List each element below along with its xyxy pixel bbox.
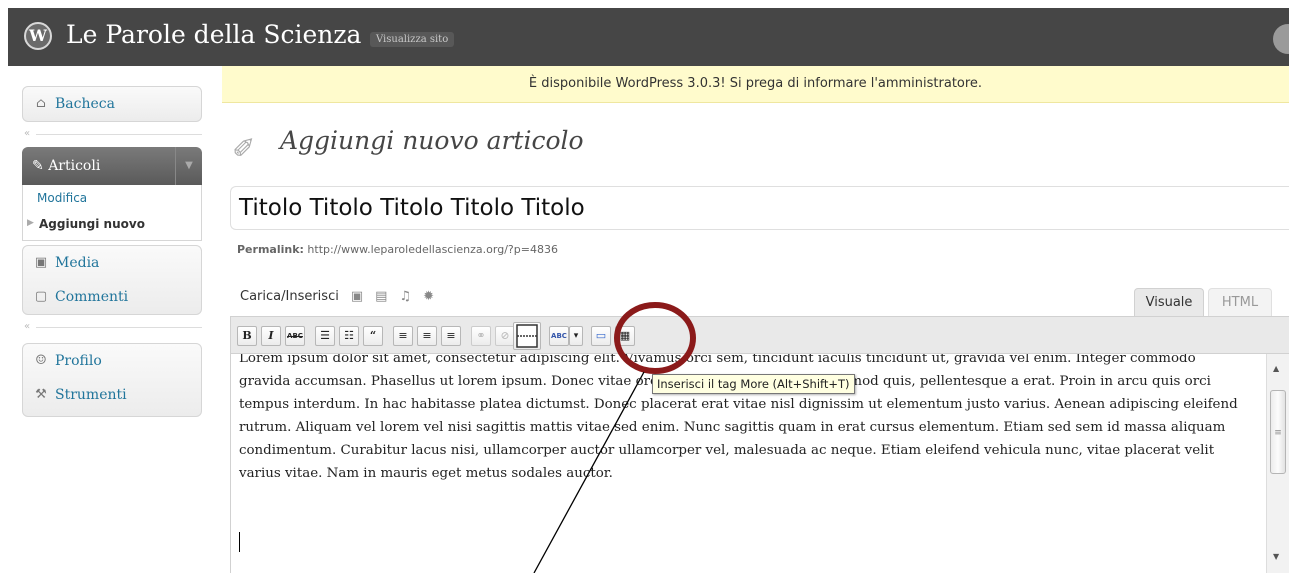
site-title[interactable]: Le Parole della Scienza xyxy=(66,18,361,52)
permalink-label: Permalink: xyxy=(237,243,304,256)
chevron-down-icon[interactable]: ▼ xyxy=(175,147,202,185)
bold-button[interactable]: B xyxy=(237,326,257,346)
italic-button[interactable]: I xyxy=(261,326,281,346)
home-icon: ⌂ xyxy=(36,96,46,111)
insert-link-button[interactable]: ⚭ xyxy=(471,326,491,346)
media-icon: ▣ xyxy=(34,255,48,270)
pin-icon: ✎ xyxy=(32,158,44,174)
permalink-url[interactable]: http://www.leparoledellascienza.org/?p=4… xyxy=(307,243,558,256)
more-tag-tooltip: Inserisci il tag More (Alt+Shift+T) xyxy=(652,374,855,394)
upload-bar: Carica/Inserisci ▣ ▤ ♫ ✹ xyxy=(240,289,434,304)
permalink: Permalink: http://www.leparoledellascien… xyxy=(237,243,558,256)
sidebar-item-label: Strumenti xyxy=(55,387,127,403)
view-site-button[interactable]: Visualizza sito xyxy=(370,32,455,47)
post-title-input[interactable]: Titolo Titolo Titolo Titolo Titolo xyxy=(230,186,1289,230)
collapse-icon[interactable]: « xyxy=(24,128,30,139)
page-title: Aggiungi nuovo articolo xyxy=(280,126,584,155)
add-audio-icon[interactable]: ♫ xyxy=(399,289,411,304)
wordpress-logo-icon[interactable]: W xyxy=(24,22,52,50)
sidebar-item-strumenti[interactable]: ⚒ Strumenti xyxy=(23,378,201,412)
menu-separator xyxy=(36,327,202,328)
sidebar-item-label: Profilo xyxy=(55,353,102,369)
numbered-list-button[interactable]: ☷ xyxy=(339,326,359,346)
sidebar-item-media[interactable]: ▣ Media xyxy=(23,246,201,280)
user-menu-icon[interactable] xyxy=(1273,24,1289,54)
submenu-item-modifica[interactable]: Modifica xyxy=(37,191,87,205)
align-left-button[interactable]: ≡ xyxy=(393,326,413,346)
scroll-up-icon[interactable]: ▲ xyxy=(1273,364,1279,373)
current-marker-icon: ▶ xyxy=(27,218,34,228)
kitchen-sink-button[interactable]: ▦ xyxy=(615,326,635,346)
sidebar-item-articoli[interactable]: ✎ Articoli ▼ xyxy=(22,147,202,185)
add-image-icon[interactable]: ▣ xyxy=(351,289,363,304)
spellcheck-button[interactable]: ABC xyxy=(549,326,569,346)
tab-visual[interactable]: Visuale xyxy=(1134,288,1204,316)
sidebar-item-label: Commenti xyxy=(55,289,129,305)
strikethrough-button[interactable]: ABC xyxy=(285,326,305,346)
scrollbar-thumb[interactable]: ≡ xyxy=(1270,390,1286,474)
sidebar-item-commenti[interactable]: ▢ Commenti xyxy=(23,280,201,314)
align-right-button[interactable]: ≡ xyxy=(441,326,461,346)
sidebar-item-label: Bacheca xyxy=(55,96,115,112)
editor-scrollbar[interactable]: ▲ ≡ ▼ xyxy=(1266,354,1289,573)
users-icon: ☺ xyxy=(35,353,47,368)
scroll-down-icon[interactable]: ▼ xyxy=(1273,552,1279,561)
insert-more-tag-button[interactable] xyxy=(513,322,541,350)
pushpin-icon: ✐ xyxy=(232,132,256,165)
tools-icon: ⚒ xyxy=(35,387,47,402)
submenu-item-aggiungi-nuovo[interactable]: Aggiungi nuovo xyxy=(39,217,145,231)
sidebar-item-label: Media xyxy=(55,255,100,271)
articoli-submenu: Modifica ▶ Aggiungi nuovo xyxy=(22,185,202,241)
text-cursor xyxy=(239,532,240,552)
upload-label: Carica/Inserisci xyxy=(240,289,339,304)
sidebar-item-bacheca[interactable]: ⌂ Bacheca xyxy=(23,87,201,121)
bullet-list-button[interactable]: ☰ xyxy=(315,326,335,346)
add-video-icon[interactable]: ▤ xyxy=(375,289,387,304)
editor-toolbar: B I ABC ☰ ☷ “ ≡ ≡ ≡ ⚭ ⊘ ABC ▾ ▭ ▦ xyxy=(230,316,1289,354)
tab-html[interactable]: HTML xyxy=(1208,288,1272,316)
align-center-button[interactable]: ≡ xyxy=(417,326,437,346)
sidebar-group-dashboard: ⌂ Bacheca xyxy=(22,86,202,122)
spellcheck-dropdown-icon[interactable]: ▾ xyxy=(569,326,583,346)
update-notice: È disponibile WordPress 3.0.3! Si prega … xyxy=(222,66,1289,103)
sidebar-group-users: ☺ Profilo ⚒ Strumenti xyxy=(22,343,202,417)
add-media-icon[interactable]: ✹ xyxy=(423,289,434,304)
sidebar-item-label: Articoli xyxy=(48,158,101,174)
menu-separator xyxy=(36,134,202,135)
blockquote-button[interactable]: “ xyxy=(363,326,383,346)
fullscreen-button[interactable]: ▭ xyxy=(591,326,611,346)
comment-icon: ▢ xyxy=(34,289,48,304)
sidebar-group-content: ▣ Media ▢ Commenti xyxy=(22,245,202,315)
unlink-button[interactable]: ⊘ xyxy=(495,326,515,346)
more-tag-icon xyxy=(516,324,538,348)
collapse-icon[interactable]: « xyxy=(24,321,30,332)
sidebar-item-profilo[interactable]: ☺ Profilo xyxy=(23,344,201,378)
admin-header: W Le Parole della Scienza Visualizza sit… xyxy=(8,8,1289,66)
